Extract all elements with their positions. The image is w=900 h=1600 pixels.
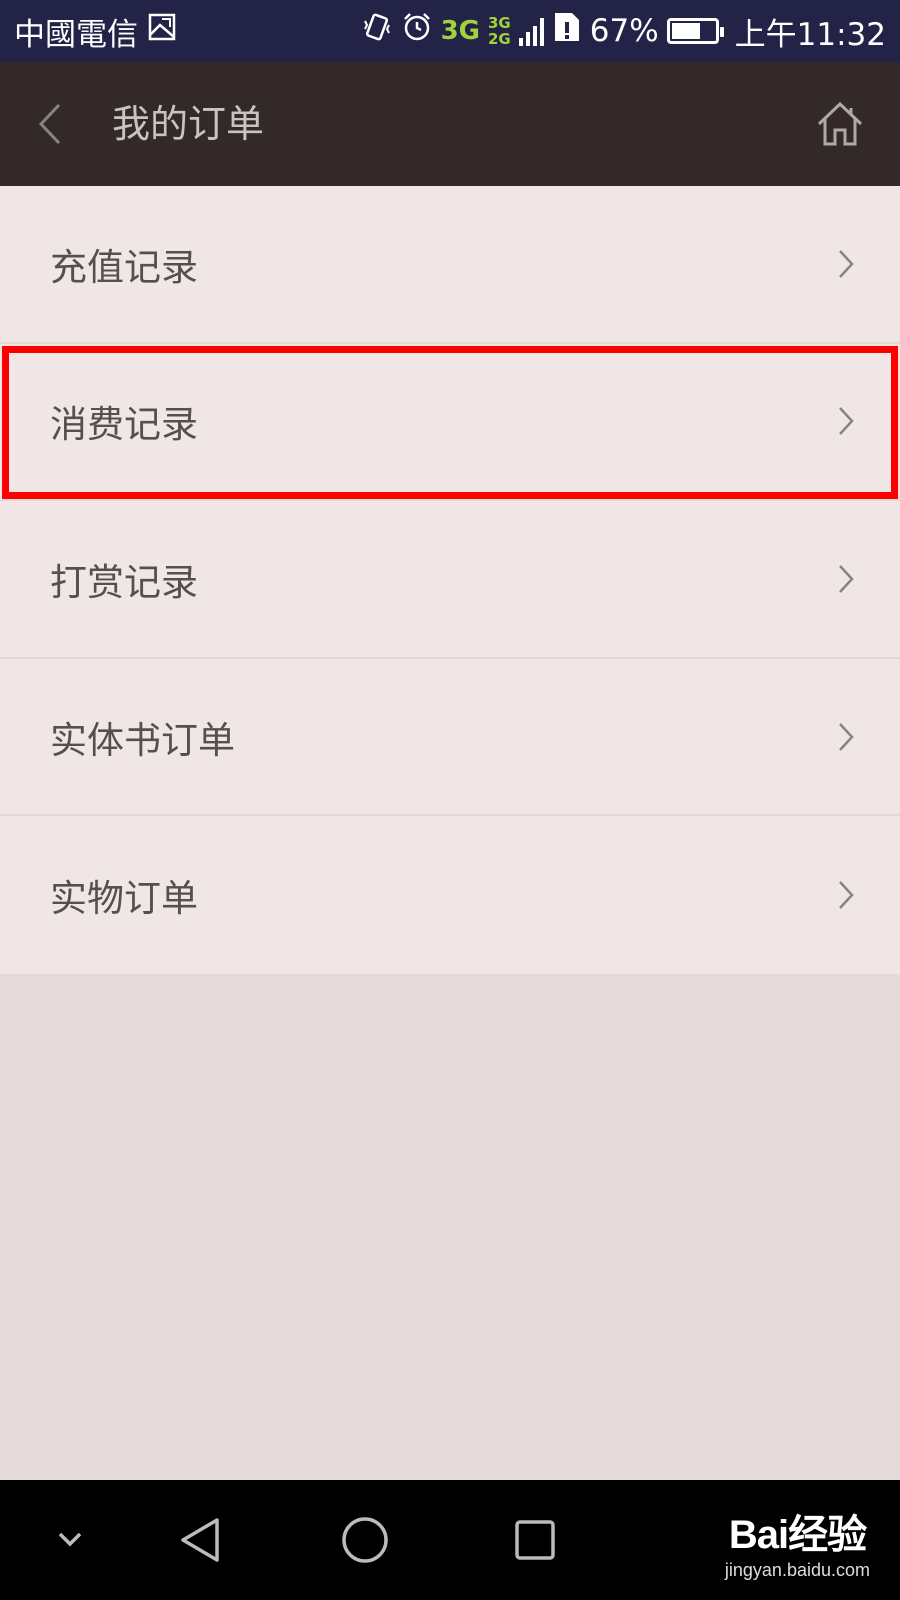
network-type-bottom: 2G bbox=[488, 30, 511, 48]
status-right: 3G 3G 2G 67% 上午11:32 bbox=[361, 9, 886, 54]
hide-keyboard-icon bbox=[58, 1532, 82, 1547]
clock: 上午11:32 bbox=[734, 16, 886, 53]
baidu-jingyan-watermark: Bai经验 jingyan.baidu.com bbox=[725, 1502, 870, 1581]
gallery-icon bbox=[148, 13, 176, 49]
menu-item-label: 实物订单 bbox=[50, 877, 198, 921]
network-type-primary: 3G bbox=[440, 16, 480, 46]
nav-recents-button[interactable] bbox=[505, 1510, 565, 1570]
status-left: 中國電信 bbox=[14, 9, 176, 54]
home-button[interactable] bbox=[800, 84, 880, 164]
menu-item[interactable]: 充值记录 bbox=[0, 186, 900, 344]
chevron-right-icon bbox=[839, 407, 854, 436]
page-title: 我的订单 bbox=[112, 102, 265, 146]
alarm-icon bbox=[401, 11, 433, 51]
home-circle-icon bbox=[342, 1517, 388, 1563]
system-nav-bar: Bai经验 jingyan.baidu.com bbox=[0, 1480, 900, 1600]
home-icon bbox=[817, 101, 863, 146]
chevron-right-icon bbox=[839, 249, 854, 278]
nav-home-button[interactable] bbox=[335, 1510, 395, 1570]
status-bar: 中國電信 3G 3G 2G 67% 上午11:32 bbox=[0, 0, 900, 62]
menu-item[interactable]: 消费记录 bbox=[0, 343, 900, 502]
network-type-secondary: 3G 2G bbox=[488, 15, 511, 47]
menu-item-label: 打赏记录 bbox=[50, 560, 198, 604]
watermark-url: jingyan.baidu.com bbox=[724, 1560, 870, 1580]
recents-square-icon bbox=[515, 1520, 555, 1560]
order-menu-list: 充值记录消费记录打赏记录实体书订单实物订单 bbox=[0, 186, 900, 974]
chevron-right-icon bbox=[839, 722, 854, 751]
menu-item[interactable]: 打赏记录 bbox=[0, 501, 900, 659]
hide-keyboard-button[interactable] bbox=[50, 1510, 90, 1570]
menu-item-label: 实体书订单 bbox=[50, 718, 235, 762]
app-header: 我的订单 bbox=[0, 62, 900, 186]
battery-percent: 67% bbox=[589, 13, 659, 49]
chevron-left-icon bbox=[38, 103, 61, 145]
carrier-label: 中國電信 bbox=[14, 16, 138, 53]
signal-icon bbox=[518, 16, 544, 46]
watermark-logo: Bai经验 bbox=[728, 1513, 867, 1557]
battery-fill bbox=[671, 23, 700, 39]
menu-item[interactable]: 实物订单 bbox=[0, 816, 900, 974]
chevron-right-icon bbox=[839, 565, 854, 593]
back-button[interactable] bbox=[0, 62, 100, 186]
battery-icon bbox=[666, 18, 724, 44]
network-type-top: 3G bbox=[488, 14, 511, 32]
sim-alert-icon bbox=[552, 10, 582, 52]
menu-item-label: 充值记录 bbox=[50, 245, 198, 289]
menu-item-label: 消费记录 bbox=[50, 403, 198, 447]
menu-item[interactable]: 实体书订单 bbox=[0, 658, 900, 817]
vibrate-icon bbox=[361, 11, 393, 51]
back-triangle-icon bbox=[181, 1518, 219, 1562]
chevron-right-icon bbox=[839, 881, 854, 910]
nav-back-button[interactable] bbox=[170, 1510, 230, 1570]
